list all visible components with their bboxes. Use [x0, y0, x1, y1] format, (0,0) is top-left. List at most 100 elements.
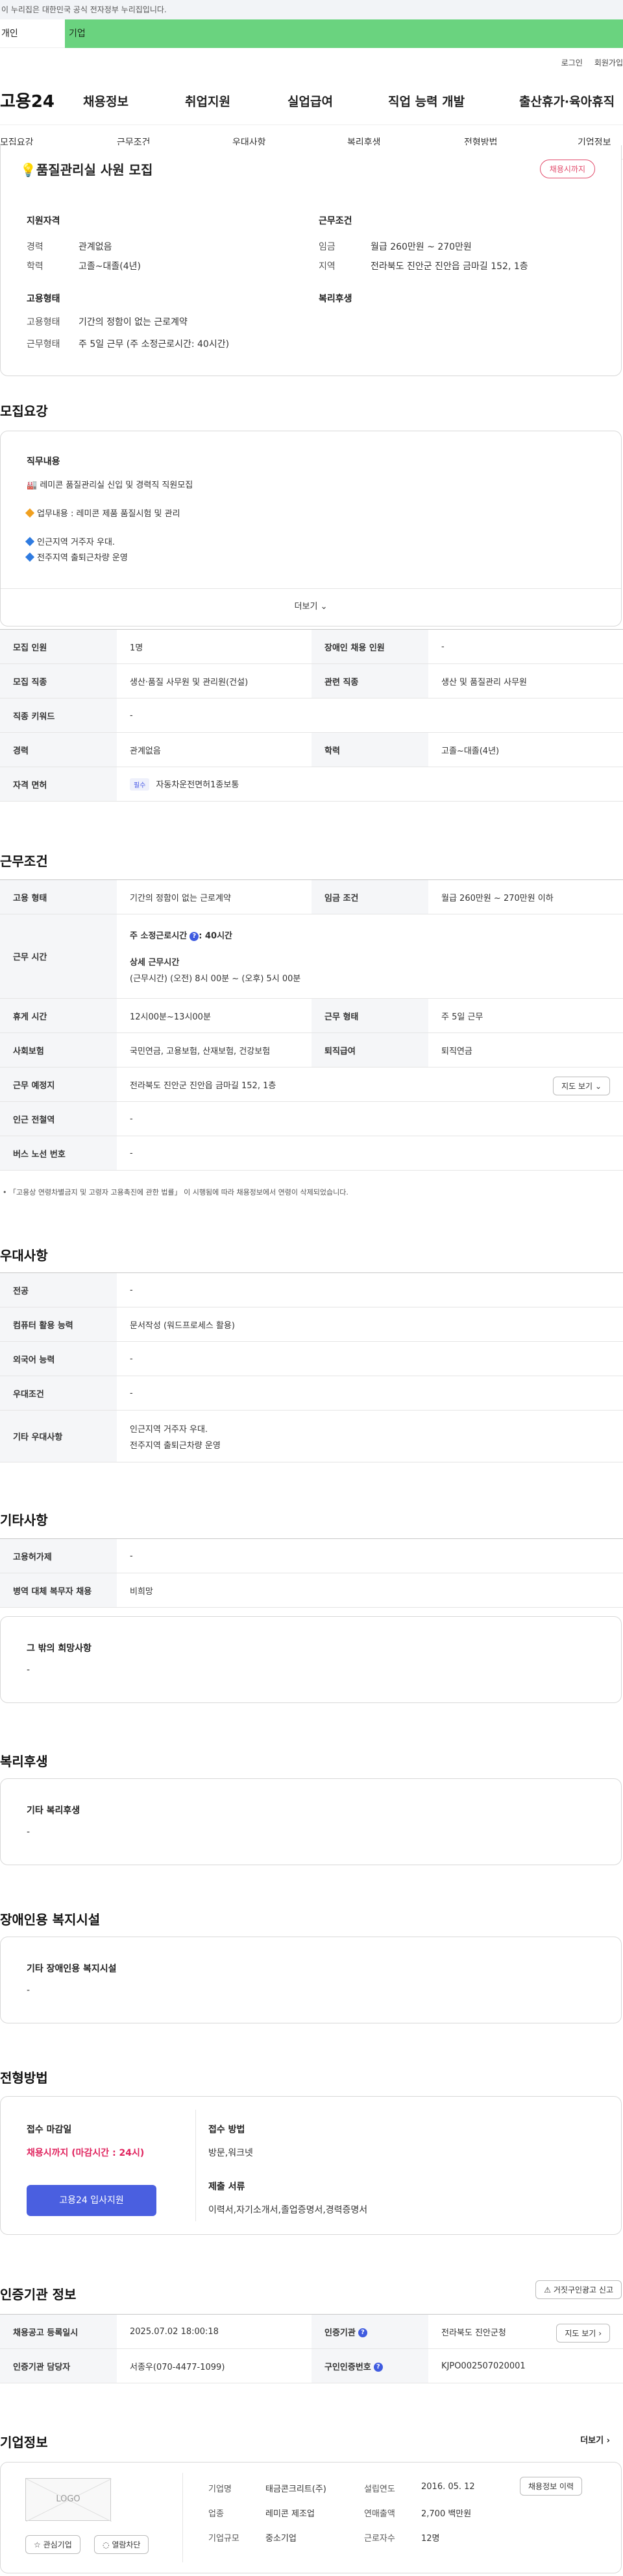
- workplace-cell: 전라북도 진안군 진안읍 금마길 152, 1층 지도 보기 ⌄: [117, 1067, 623, 1102]
- license-value: 자동차운전면허1종보통: [156, 780, 239, 790]
- block-button[interactable]: ◌ 열람차단: [94, 2535, 149, 2554]
- founded-value: 2016. 05. 12: [421, 2482, 475, 2492]
- employment-type-value: 기간의 정함이 없는 근로계약: [79, 317, 188, 328]
- cell-key: 컴퓨터 활용 능력: [0, 1307, 117, 1342]
- favorite-button[interactable]: ☆ 관심기업: [25, 2535, 80, 2554]
- cert-title: 인증기관 정보: [0, 2287, 77, 2302]
- cell-value: -: [117, 698, 623, 733]
- preferences-title: 우대사항: [0, 1248, 48, 1263]
- cell-key: 사회보험: [0, 1032, 117, 1067]
- nav-employment-support[interactable]: 취업지원: [185, 92, 230, 110]
- cell-value: -: [117, 1272, 623, 1307]
- wage-value: 월급 260만원 ~ 270만원: [371, 242, 472, 252]
- hope-heading: 그 밖의 희망사항: [27, 1643, 92, 1654]
- cell-value: -: [117, 1101, 623, 1136]
- tab-company[interactable]: 기업: [65, 19, 623, 48]
- etc-title: 기타사항: [0, 1512, 48, 1528]
- cell-value: 2025.07.02 18:00:18: [117, 2314, 312, 2349]
- util-menu: 로그인 회원가입: [550, 57, 623, 68]
- global-nav: 고용24 채용정보 취업지원 실업급여 직업 능력 개발 출산휴가·육아휴직: [0, 88, 623, 114]
- workplace-value: 전라북도 진안군 진안읍 금마길 152, 1층: [130, 1080, 276, 1091]
- work-type-value: 주 5일 근무 (주 소정근로시간: 40시간): [79, 339, 230, 350]
- size-value: 중소기업: [265, 2534, 297, 2544]
- bullet-icon: •: [3, 1188, 7, 1197]
- duty-line-4: 전주지역 출퇴근차량 운영: [25, 551, 128, 563]
- education-value: 고졸~대졸(4년): [79, 261, 141, 272]
- login-link[interactable]: 로그인: [561, 58, 583, 67]
- info-icon[interactable]: ?: [358, 2328, 367, 2337]
- info-icon[interactable]: ?: [189, 931, 199, 941]
- qualification-heading: 지원자격: [27, 216, 60, 226]
- pref-line-1: 인근지역 거주자 우대.: [130, 1424, 208, 1435]
- nav-vocational-training[interactable]: 직업 능력 개발: [388, 92, 465, 110]
- logo-text: LOGO: [56, 2494, 80, 2504]
- hope-card: 그 밖의 희망사항 -: [0, 1616, 622, 1703]
- cell-key: 근무 예정지: [0, 1067, 117, 1102]
- cell-value: KJPO002507020001: [428, 2348, 623, 2383]
- diamond-icon: [25, 536, 35, 547]
- cert-agency-value: 전라북도 진안군청: [441, 2328, 506, 2338]
- wage-label: 임금: [319, 242, 336, 252]
- cell-key: 직종 키워드: [0, 698, 117, 733]
- chevron-right-icon: ›: [598, 2329, 602, 2338]
- nav-jobs[interactable]: 채용정보: [83, 92, 128, 110]
- cell-value: -: [117, 1136, 623, 1171]
- duty-line-2: 업무내용 : 레미콘 제품 품질시험 및 관리: [25, 507, 180, 519]
- weekly-hours-label: 주 소정근로시간: [130, 931, 188, 941]
- career-label: 경력: [27, 242, 43, 252]
- process-title: 전형방법: [0, 2070, 48, 2086]
- size-label: 기업규모: [208, 2534, 239, 2544]
- cell-key: 임금 조건: [312, 879, 428, 914]
- duty-line-3-text: 인근지역 거주자 우대.: [37, 538, 116, 547]
- cell-value: 고졸~대졸(4년): [428, 732, 623, 767]
- job-summary-card: 💡품질관리실 사원 모집 채용시까지 지원자격 경력 관계없음 학력 고졸~대졸…: [0, 145, 622, 376]
- cell-key: 모집 인원: [0, 629, 117, 664]
- company-logo-placeholder: LOGO: [25, 2478, 112, 2522]
- area-label: 지역: [319, 261, 336, 272]
- cert-number-key: 구인인증번호?: [312, 2348, 428, 2383]
- method-value: 방문,워크넷: [208, 2148, 253, 2158]
- cell-key: 인증기관 담당자: [0, 2348, 117, 2383]
- company-title: 기업정보: [0, 2435, 48, 2450]
- founded-label: 설립연도: [364, 2485, 395, 2494]
- cert-map-label: 지도 보기: [565, 2329, 596, 2338]
- cell-value: 기간의 정함이 없는 근로계약: [117, 879, 312, 914]
- site-logo[interactable]: 고용24: [0, 88, 55, 112]
- divider: [182, 2473, 183, 2562]
- cell-key: 채용공고 등록일시: [0, 2314, 117, 2349]
- diamond-icon: [25, 552, 35, 562]
- docs-heading: 제출 서류: [208, 2182, 245, 2192]
- recruit-title: 모집요강: [0, 403, 48, 419]
- work-type-label: 근무형태: [27, 339, 60, 350]
- cell-key: 근무 시간: [0, 914, 117, 999]
- join-link[interactable]: 회원가입: [594, 58, 623, 67]
- industry-label: 업종: [208, 2509, 224, 2519]
- cell-value: -: [428, 629, 623, 664]
- nav-parental-leave[interactable]: 출산휴가·육아휴직: [519, 92, 615, 110]
- map-button[interactable]: 지도 보기 ⌄: [553, 1077, 610, 1095]
- duty-card: 직무내용 🏭 레미콘 품질관리실 신입 및 경력직 직원모집 업무내용 : 레미…: [0, 431, 622, 626]
- apply-button[interactable]: 고용24 입사지원: [27, 2185, 156, 2216]
- cell-value: 주 5일 근무: [428, 998, 623, 1033]
- tab-individual[interactable]: 개인: [0, 19, 65, 48]
- cell-value: 국민연금, 고용보험, 산재보험, 건강보험: [117, 1032, 312, 1067]
- company-more-link: 더보기 ›: [580, 2433, 610, 2446]
- nav-unemployment-benefit[interactable]: 실업급여: [287, 92, 333, 110]
- star-icon: ☆: [34, 2540, 41, 2549]
- age-notice-text: 「고용상 연령차별금지 및 고령자 고용촉진에 관한 법률」 이 시행됨에 따라…: [9, 1188, 348, 1197]
- cell-key: 고용 형태: [0, 879, 117, 914]
- deadline-heading: 접수 마감일: [27, 2125, 72, 2135]
- company-name-value: 태금콘크리트(주): [265, 2485, 326, 2494]
- info-icon[interactable]: ?: [373, 2363, 383, 2372]
- cert-map-button[interactable]: 지도 보기 ›: [556, 2324, 610, 2343]
- cell-key: 인근 전철역: [0, 1101, 117, 1136]
- company-name-label: 기업명: [208, 2485, 232, 2494]
- report-button[interactable]: ⚠ 거짓구인광고 신고: [535, 2280, 622, 2299]
- job-title-text: 품질관리실 사원 모집: [36, 162, 153, 178]
- history-button[interactable]: 채용정보 이력: [520, 2477, 583, 2496]
- more-button[interactable]: 더보기 ⌄: [1, 588, 621, 627]
- cell-value: 1명: [117, 629, 312, 664]
- company-more-label[interactable]: 더보기: [580, 2436, 604, 2446]
- duty-line-4-text: 전주지역 출퇴근차량 운영: [37, 553, 128, 563]
- age-notice: • 「고용상 연령차별금지 및 고령자 고용촉진에 관한 법률」 이 시행됨에 …: [3, 1187, 348, 1197]
